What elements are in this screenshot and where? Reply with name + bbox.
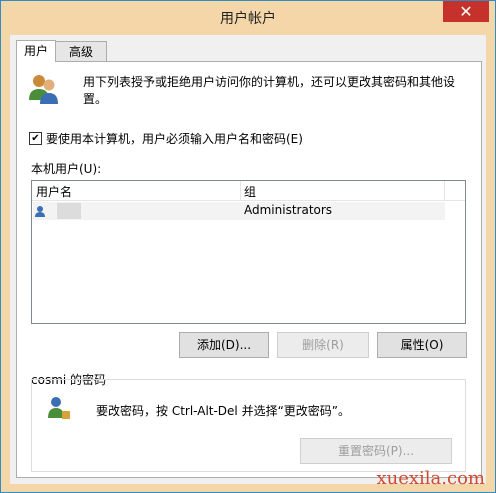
remove-user-button[interactable]: 删除(R) bbox=[277, 332, 369, 358]
properties-button[interactable]: 属性(O) bbox=[377, 332, 467, 358]
require-login-label[interactable]: 要使用本计算机，用户必须输入用户名和密码(E) bbox=[46, 130, 303, 147]
local-users-label: 本机用户(U): bbox=[31, 162, 102, 176]
user-name-redacted bbox=[57, 203, 81, 219]
close-button[interactable]: ✕ bbox=[443, 1, 489, 22]
column-divider[interactable] bbox=[240, 181, 241, 200]
users-list-header: 用户名 组 bbox=[32, 181, 465, 201]
users-tab-panel: 用下列表授予或拒绝用户访问你的计算机，还可以更改其密码和其他设置。 ✔ 要使用本… bbox=[16, 61, 482, 478]
column-divider[interactable] bbox=[444, 181, 445, 200]
user-group: Administrators bbox=[244, 203, 333, 217]
password-group: 要改密码，按 Ctrl-Alt-Del 并选择“更改密码”。 重置密码(P)..… bbox=[31, 379, 466, 472]
column-header-username[interactable]: 用户名 bbox=[36, 183, 72, 200]
password-instruction: 要改密码，按 Ctrl-Alt-Del 并选择“更改密码”。 bbox=[96, 404, 351, 418]
require-login-checkbox[interactable]: ✔ bbox=[29, 132, 42, 145]
dialog-client-area: 用户 高级 用下列表授予或拒绝用户访问你的计算机，还可以更改其密码和其他设置。 … bbox=[10, 35, 486, 484]
reset-password-button[interactable]: 重置密码(P)... bbox=[300, 438, 452, 464]
users-icon bbox=[29, 75, 58, 104]
user-icon bbox=[35, 206, 45, 217]
window-title: 用户帐户 bbox=[220, 11, 276, 27]
add-user-button[interactable]: 添加(D)... bbox=[179, 332, 269, 358]
tab-advanced[interactable]: 高级 bbox=[55, 41, 107, 62]
title-bar[interactable]: 用户帐户 ✕ bbox=[1, 1, 495, 33]
watermark: xuexila.com bbox=[376, 468, 485, 489]
intro-text: 用下列表授予或拒绝用户访问你的计算机，还可以更改其密码和其他设置。 bbox=[83, 75, 456, 106]
column-header-group[interactable]: 组 bbox=[244, 183, 256, 200]
tab-users[interactable]: 用户 bbox=[16, 40, 56, 62]
user-accounts-window: 用户帐户 ✕ 用户 高级 用下列表授予或拒绝用户访问你的计算机，还可以更改其密码… bbox=[0, 0, 496, 493]
user-key-icon bbox=[48, 397, 70, 419]
table-row[interactable]: Administrators bbox=[33, 202, 445, 220]
users-list[interactable]: 用户名 组 Administrators bbox=[31, 180, 466, 324]
